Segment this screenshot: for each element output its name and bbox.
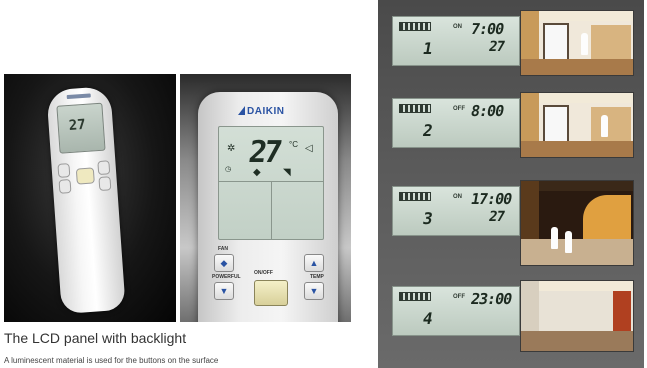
person-figure [565,231,572,253]
off-indicator: OFF [453,106,465,112]
timer-program-number: 3 [421,209,435,228]
powerful-label: POWERFUL [212,274,241,280]
on-indicator: ON [453,24,462,30]
remote-photo-closeup: DAIKIN ✲ 27 °C ◁ ◆ ◥ ◷ FAN ◆ POWERFUL ▼ … [180,74,351,322]
timer-bar-indicator [399,192,431,201]
timer-row-4: OFF 23:00 4 [392,280,634,352]
timer-time: 17:00 [469,190,513,208]
timer-program-number: 2 [421,121,435,140]
room-scene-leaving [520,92,634,158]
onoff-button [254,280,288,306]
remote-onoff-button [75,167,95,185]
remote-controller-closeup: DAIKIN ✲ 27 °C ◁ ◆ ◥ ◷ FAN ◆ POWERFUL ▼ … [198,92,338,322]
lcd-degree-unit: °C [289,140,298,149]
room-scene-morning [520,10,634,76]
timer-temperature: 27 [487,39,506,55]
remote-photo-full: 27 [4,74,176,322]
temp-label: TEMP [310,274,324,280]
brand-name: DAIKIN [247,106,285,117]
timer-time: 23:00 [469,290,513,308]
small-lcd-temperature: 27 [68,116,87,135]
person-figure [581,33,588,55]
fan-button: ◆ [214,254,234,272]
timer-bar-indicator [399,22,431,31]
timer-time: 8:00 [469,102,505,120]
lcd-divider [271,181,272,239]
timer-temperature: 27 [487,209,506,225]
room-scene-evening [520,180,634,266]
timer-program-panel: ON 7:00 1 27 OFF 8:00 2 ON 17:00 3 27 OF… [378,0,644,368]
mode-indicator-icon: ◥ [283,167,291,178]
person-figure [551,227,558,249]
fan-label: FAN [218,246,228,252]
remote-lcd-small: 27 [56,102,106,154]
remote-controller-image: 27 [46,86,126,314]
remote-lcd-display: ✲ 27 °C ◁ ◆ ◥ ◷ [218,126,324,240]
timer-time: 7:00 [469,20,505,38]
onoff-label: ON/OFF [254,270,273,276]
timer-lcd: ON 17:00 3 27 [392,186,520,236]
remote-button [97,160,111,176]
brand-logo-mark [66,93,91,100]
timer-row-1: ON 7:00 1 27 [392,10,634,76]
brand-logo: DAIKIN [238,106,308,120]
brand-triangle-icon [238,106,245,115]
timer-bar-indicator [399,104,431,113]
off-indicator: OFF [453,294,465,300]
timer-program-number: 1 [421,39,435,58]
on-indicator: ON [453,194,462,200]
timer-lcd: OFF 8:00 2 [392,98,520,148]
remote-button [58,179,72,194]
powerful-button: ▼ [214,282,234,300]
person-figure [601,115,608,137]
timer-lcd: OFF 23:00 4 [392,286,520,336]
cool-mode-icon: ✲ [227,143,236,154]
caption-subtitle: A luminescent material is used for the b… [4,356,219,365]
room-scene-night [520,280,634,352]
timer-row-2: OFF 8:00 2 [392,92,634,158]
remote-button [98,176,112,192]
timer-program-number: 4 [421,309,435,328]
lcd-temperature: 27 [246,135,282,170]
timer-bar-indicator [399,292,431,301]
temp-down-button: ▼ [304,282,324,300]
swing-icon: ◆ [253,167,261,178]
timer-row-3: ON 17:00 3 27 [392,180,634,266]
caption-title: The LCD panel with backlight [4,330,187,346]
remote-button [57,163,71,178]
clock-icon: ◷ [225,166,232,173]
temp-up-button: ▲ [304,254,324,272]
timer-lcd: ON 7:00 1 27 [392,16,520,66]
fan-speed-icon: ◁ [305,143,313,154]
